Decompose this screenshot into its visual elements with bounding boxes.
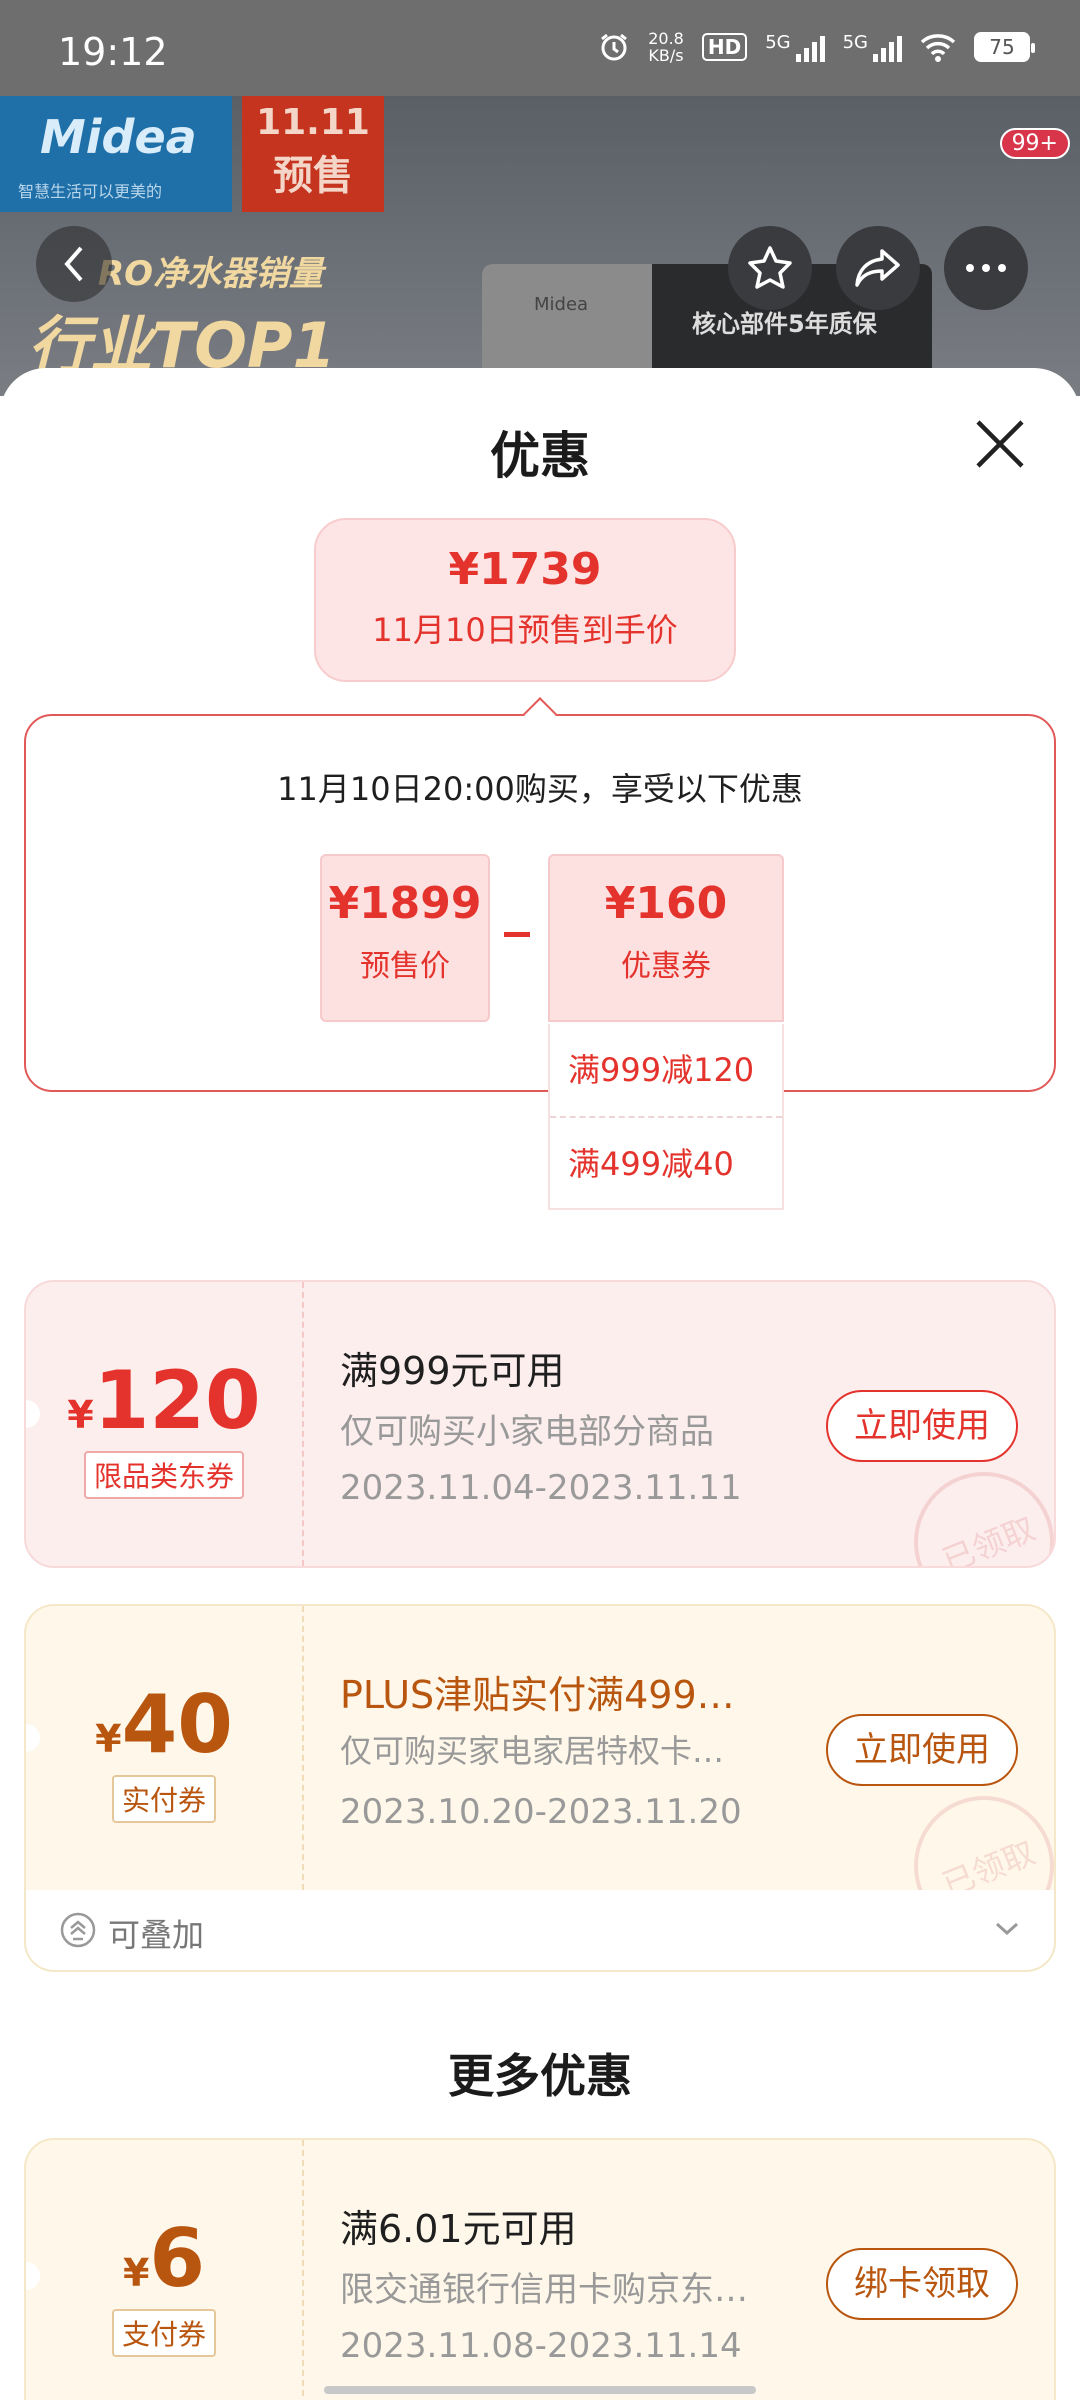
use-now-button[interactable]: 立即使用 (826, 1390, 1018, 1462)
use-now-button[interactable]: 立即使用 (826, 1714, 1018, 1786)
breakdown-heading: 11月10日20:00购买，享受以下优惠 (277, 770, 803, 808)
brand-banner: Midea 智慧生活可以更美的 (0, 96, 232, 212)
coupon-breakdown-item: 满499减40 (550, 1116, 782, 1208)
claimed-stamp-icon: 已领取 (914, 1472, 1054, 1568)
coupon-divider (302, 2140, 304, 2400)
coupon-value: 120 (93, 1354, 261, 1447)
net-speed: 20.8 KB/s (648, 30, 684, 64)
coupon-breakdown-list: 满999减120 满499减40 (548, 1024, 784, 1210)
status-bar: 19:12 20.8 KB/s HD 5G 5G 75 (0, 0, 1080, 96)
close-button[interactable] (970, 414, 1030, 474)
cell-signal-icon-2: 5G (843, 32, 902, 62)
coupon-description: 仅可购买家电家居特权卡… (340, 1732, 725, 1770)
status-icons: 20.8 KB/s HD 5G 5G 75 (598, 30, 1035, 64)
stack-icon (60, 1912, 96, 1948)
stackable-row[interactable]: 可叠加 (24, 1890, 1056, 1972)
stackable-label: 可叠加 (108, 1916, 205, 1954)
coupon-type-tag: 限品类东券 (83, 1451, 244, 1499)
battery-level: 75 (989, 35, 1015, 59)
net-speed-unit: KB/s (648, 46, 684, 65)
sheet-title: 优惠 (490, 427, 590, 485)
close-icon (976, 420, 1024, 468)
claimed-stamp-text: 已领取 (937, 1509, 1041, 1568)
more-button[interactable] (944, 226, 1028, 310)
product-logo: Midea (534, 294, 589, 315)
signal-label-2: 5G (842, 32, 868, 53)
coupon-title: 满999元可用 (340, 1349, 565, 1393)
signal-label: 5G (765, 32, 791, 53)
coupon-amount-area: ¥6 支付券 (26, 2140, 302, 2400)
home-indicator[interactable] (324, 2386, 756, 2394)
coupon-description: 仅可购买小家电部分商品 (340, 1412, 714, 1452)
claimed-stamp-icon: 已领取 (914, 1796, 1054, 1892)
coupon-amount-area: ¥120 限品类东券 (26, 1282, 302, 1566)
net-speed-value: 20.8 (648, 29, 684, 48)
coupon-type-tag: 支付券 (111, 2309, 216, 2357)
final-price: ¥1739 (448, 544, 602, 595)
presale-price-label: 预售价 (360, 949, 450, 984)
coupon-card: ¥40 实付券 PLUS津贴实付满499… 仅可购买家电家居特权卡… 2023.… (24, 1604, 1056, 1892)
brand-logo: Midea (40, 110, 197, 164)
currency-symbol: ¥ (122, 2251, 150, 2295)
callout-notch (523, 697, 557, 731)
coupon-validity: 2023.11.08-2023.11.14 (340, 2326, 742, 2366)
wifi-icon (920, 34, 956, 62)
ranking-line-1: RO净水器销量 (98, 254, 324, 294)
presale-date: 11.11 (256, 102, 370, 143)
alarm-icon (601, 33, 628, 61)
product-warranty-text: 核心部件5年质保 (692, 310, 877, 338)
coupon-amount: ¥120 (26, 1354, 302, 1447)
bind-card-claim-button[interactable]: 绑卡领取 (826, 2248, 1018, 2320)
chevron-left-icon (64, 246, 83, 282)
coupon-value: 6 (149, 2212, 206, 2305)
currency-symbol: ¥ (95, 1717, 122, 1761)
coupon-amount: ¥6 (26, 2212, 302, 2305)
presale-badge: 11.11 预售 (242, 96, 384, 212)
status-time: 19:12 (58, 30, 168, 74)
back-button[interactable] (36, 226, 112, 302)
coupon-amount: ¥40 (26, 1678, 302, 1771)
coupon-card: ¥6 支付券 满6.01元可用 限交通银行信用卡购京东… 2023.11.08-… (24, 2138, 1056, 2400)
claimed-stamp-text: 已领取 (937, 1833, 1041, 1892)
final-price-pill: ¥1739 11月10日预售到手价 (314, 518, 736, 682)
star-icon (748, 246, 792, 289)
more-offers-heading: 更多优惠 (448, 2049, 632, 2103)
presale-label: 预售 (273, 153, 353, 199)
final-price-label: 11月10日预售到手价 (372, 611, 678, 649)
coupon-breakdown-item: 满999减120 (568, 1051, 755, 1089)
notification-badge: 99+ (999, 128, 1070, 159)
currency-symbol: ¥ (67, 1393, 94, 1437)
discount-sheet: 优惠 ¥1739 11月10日预售到手价 11月10日20:00购买，享受以下优… (0, 368, 1080, 2400)
cell-signal-icon: 5G (765, 32, 825, 62)
favorite-button[interactable] (728, 226, 812, 310)
product-hero-banner: Midea 智慧生活可以更美的 11.11 预售 RO净水器销量 行业TOP1 … (0, 96, 1080, 396)
price-breakdown-box: 11月10日20:00购买，享受以下优惠 ¥1899 预售价 ¥160 优惠券 … (24, 697, 1056, 1210)
coupon-total: ¥160 (604, 878, 728, 929)
coupon-validity: 2023.10.20-2023.11.20 (340, 1792, 742, 1832)
brand-slogan: 智慧生活可以更美的 (18, 182, 163, 201)
presale-price: ¥1899 (328, 878, 482, 929)
coupon-divider (302, 1282, 304, 1566)
coupon-amount-area: ¥40 实付券 (26, 1606, 302, 1890)
coupon-total-cell: ¥160 优惠券 (548, 854, 784, 1022)
coupon-validity: 2023.11.04-2023.11.11 (340, 1468, 742, 1508)
coupon-title: PLUS津贴实付满499… (340, 1673, 735, 1717)
presale-price-cell: ¥1899 预售价 (320, 854, 490, 1022)
coupon-title: 满6.01元可用 (340, 2207, 577, 2251)
chevron-down-icon (995, 1922, 1019, 1936)
coupon-value: 40 (121, 1678, 233, 1771)
coupon-type-tag: 实付券 (111, 1775, 216, 1823)
share-button[interactable] (836, 226, 920, 310)
coupon-total-label: 优惠券 (621, 949, 711, 984)
coupon-description: 限交通银行信用卡购京东… (340, 2270, 748, 2310)
more-dots-icon (966, 264, 1006, 272)
hd-icon: HD (701, 33, 748, 61)
battery-icon: 75 (974, 32, 1035, 62)
coupon-card: ¥120 限品类东券 满999元可用 仅可购买小家电部分商品 2023.11.0… (24, 1280, 1056, 1568)
minus-sign (504, 932, 530, 937)
share-icon (855, 249, 900, 287)
coupon-divider (302, 1606, 304, 1890)
